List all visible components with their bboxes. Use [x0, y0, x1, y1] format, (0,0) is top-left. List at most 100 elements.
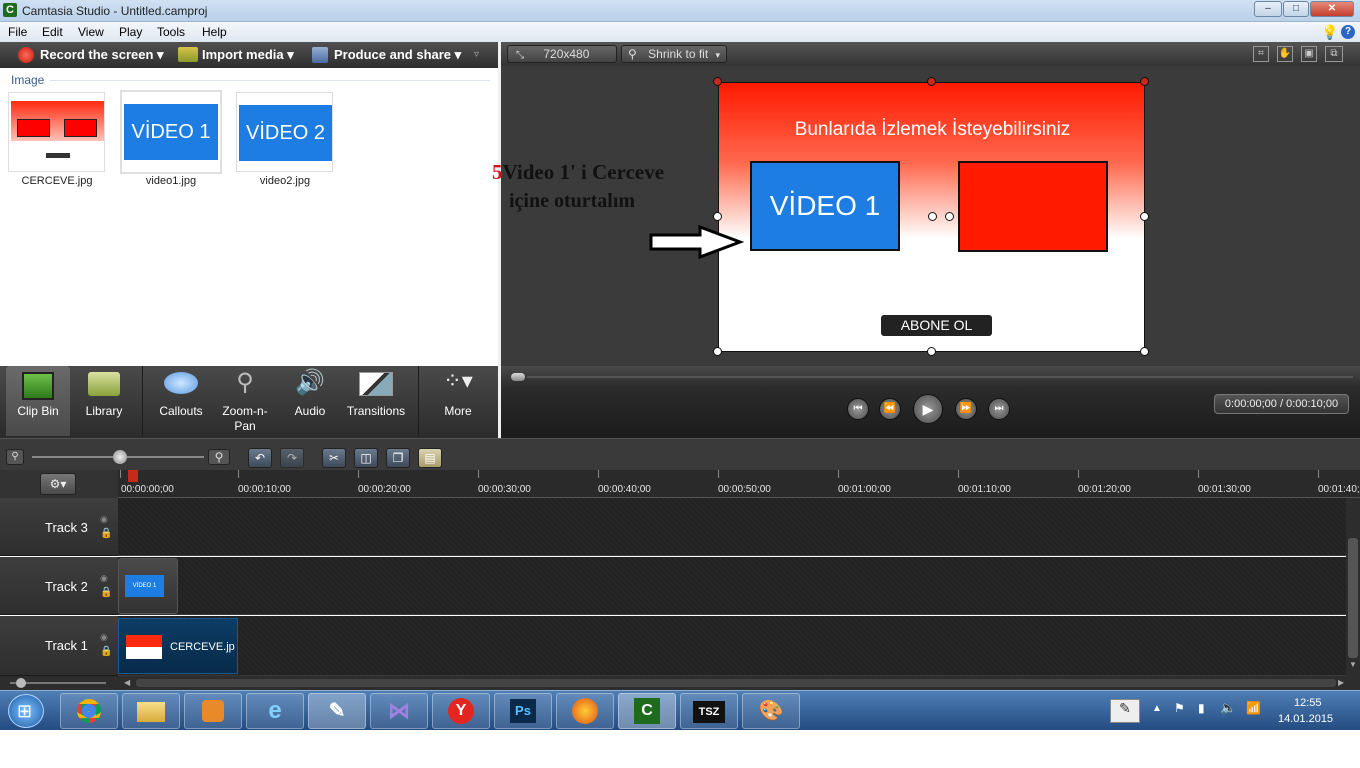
height-slider-thumb[interactable]: [16, 678, 26, 688]
clock-time[interactable]: 12:55: [1294, 697, 1322, 709]
skip-to-end-icon[interactable]: ⏭: [988, 398, 1010, 420]
playhead-marker[interactable]: [128, 470, 138, 482]
lock-icon[interactable]: 🔒: [100, 528, 112, 539]
battery-icon[interactable]: ▮: [1198, 701, 1205, 715]
fullscreen-icon[interactable]: ▣: [1301, 46, 1317, 62]
taskbar-media-player[interactable]: [184, 693, 242, 729]
tab-audio[interactable]: 🔊 Audio: [280, 366, 340, 436]
maximize-button[interactable]: □: [1283, 1, 1309, 17]
copy-icon[interactable]: ❐: [386, 448, 410, 468]
timeline-clip-video1[interactable]: VİDEO 1: [118, 558, 178, 614]
menu-edit[interactable]: Edit: [42, 25, 63, 39]
canvas-video1-box[interactable]: VİDEO 1: [750, 161, 900, 251]
canvas-red-box[interactable]: [958, 161, 1108, 252]
undo-icon[interactable]: ↶: [248, 448, 272, 468]
clip-thumbnail-video1[interactable]: VİDEO 1: [120, 90, 222, 174]
resize-handle-top[interactable]: [927, 77, 936, 86]
timeline-clip-cerceve[interactable]: CERCEVE.jp: [118, 618, 238, 674]
start-button[interactable]: ⊞: [8, 694, 44, 728]
pen-input-icon[interactable]: ✎: [1110, 699, 1140, 723]
zoom-in-icon[interactable]: ⚲: [208, 449, 230, 465]
tab-zoom-n-pan[interactable]: ⚲ Zoom-n- Pan: [214, 366, 276, 436]
taskbar-tsz-app[interactable]: TSZ: [680, 693, 738, 729]
timeline-height-slider[interactable]: [0, 676, 118, 690]
lock-icon[interactable]: 🔒: [100, 646, 112, 657]
resize-handle-right[interactable]: [1140, 212, 1149, 221]
menu-help[interactable]: Help: [202, 25, 227, 39]
minimize-button[interactable]: –: [1254, 1, 1282, 17]
timeline-ruler[interactable]: 00:00:00;00 00:00:10;00 00:00:20;00 00:0…: [118, 470, 1360, 498]
fast-forward-icon[interactable]: ⏩: [955, 398, 977, 420]
menu-play[interactable]: Play: [119, 25, 142, 39]
lock-icon[interactable]: 🔒: [100, 587, 112, 598]
split-icon[interactable]: ◫: [354, 448, 378, 468]
detach-preview-icon[interactable]: ⧉: [1325, 46, 1343, 62]
horizontal-scroll-thumb[interactable]: [136, 679, 1336, 687]
resize-handle-bottom[interactable]: [927, 347, 936, 356]
skip-to-start-icon[interactable]: ⏮: [847, 398, 869, 420]
track-lane-1[interactable]: CERCEVE.jp: [118, 616, 1346, 676]
resize-handle-bottom-left[interactable]: [713, 347, 722, 356]
track-settings-gear-icon[interactable]: ⚙▾: [40, 473, 76, 495]
toolbar-overflow-icon[interactable]: ▿: [474, 49, 479, 60]
resize-handle-bottom-right[interactable]: [1140, 347, 1149, 356]
timeline-vertical-scrollbar[interactable]: ▼: [1346, 498, 1360, 676]
paste-icon[interactable]: ▤: [418, 448, 442, 468]
menu-tools[interactable]: Tools: [157, 25, 185, 39]
taskbar-internet-explorer[interactable]: e: [246, 693, 304, 729]
taskbar-photoshop[interactable]: Ps: [494, 693, 552, 729]
scroll-right-arrow-icon[interactable]: ▶: [1338, 678, 1344, 687]
preview-scrub-bar[interactable]: [501, 366, 1360, 388]
taskbar-pen-app[interactable]: ✎: [308, 693, 366, 729]
close-button[interactable]: ✕: [1310, 1, 1354, 17]
taskbar-paint[interactable]: 🎨: [742, 693, 800, 729]
tab-library[interactable]: Library: [72, 366, 136, 436]
play-icon[interactable]: ▶: [913, 394, 943, 424]
menu-file[interactable]: File: [8, 25, 27, 39]
tab-more[interactable]: ⁘▾ More: [424, 366, 492, 436]
track-header-3[interactable]: Track 3 ◉ 🔒: [0, 498, 118, 556]
selection-handle[interactable]: [945, 212, 954, 221]
taskbar-firefox[interactable]: [556, 693, 614, 729]
resize-handle-top-left[interactable]: [713, 77, 722, 86]
taskbar-chrome[interactable]: [60, 693, 118, 729]
clock-date[interactable]: 14.01.2015: [1278, 713, 1333, 725]
track-lane-2[interactable]: VİDEO 1: [118, 557, 1346, 615]
produce-share-button[interactable]: Produce and share ▾: [334, 47, 461, 63]
menu-view[interactable]: View: [78, 25, 104, 39]
scrub-handle[interactable]: [511, 373, 525, 381]
scroll-left-arrow-icon[interactable]: ◀: [124, 678, 130, 687]
taskbar-visual-studio[interactable]: ⋈: [370, 693, 428, 729]
rewind-icon[interactable]: ⏪: [879, 398, 901, 420]
tab-transitions[interactable]: Transitions: [342, 366, 410, 436]
signal-icon[interactable]: 📶: [1246, 701, 1261, 715]
track-header-2[interactable]: Track 2 ◉ 🔒: [0, 557, 118, 615]
visibility-eye-icon[interactable]: ◉: [100, 632, 108, 643]
track-header-1[interactable]: Track 1 ◉ 🔒: [0, 616, 118, 676]
taskbar-yandex[interactable]: Y: [432, 693, 490, 729]
selection-handle[interactable]: [928, 212, 937, 221]
resize-handle-top-right[interactable]: [1140, 77, 1149, 86]
preview-canvas[interactable]: Bunlarıda İzlemek İsteyebilirsiniz VİDEO…: [718, 82, 1145, 352]
track-lane-3[interactable]: [118, 498, 1346, 556]
taskbar-camtasia[interactable]: C: [618, 693, 676, 729]
taskbar-explorer[interactable]: [122, 693, 180, 729]
timeline-horizontal-scrollbar[interactable]: ◀ ▶: [118, 676, 1360, 690]
vertical-scroll-thumb[interactable]: [1348, 538, 1358, 658]
visibility-eye-icon[interactable]: ◉: [100, 514, 108, 525]
crop-icon[interactable]: ⌗: [1253, 46, 1269, 62]
clip-thumbnail-cerceve[interactable]: [8, 92, 105, 172]
volume-icon[interactable]: 🔈: [1220, 700, 1236, 716]
redo-icon[interactable]: ↷: [280, 448, 304, 468]
zoom-select[interactable]: ⚲ Shrink to fit ▾: [621, 45, 727, 63]
help-icon[interactable]: ?: [1341, 25, 1355, 39]
zoom-out-icon[interactable]: ⚲: [6, 449, 24, 465]
record-screen-button[interactable]: Record the screen ▾: [40, 47, 164, 63]
dimensions-button[interactable]: ⤡ 720x480: [507, 45, 617, 63]
clip-thumbnail-video2[interactable]: VİDEO 2: [236, 92, 333, 172]
tab-clip-bin[interactable]: Clip Bin: [6, 366, 70, 436]
lightbulb-icon[interactable]: 💡: [1321, 24, 1338, 41]
zoom-slider-thumb[interactable]: [113, 450, 127, 464]
scroll-down-arrow-icon[interactable]: ▼: [1349, 660, 1357, 669]
visibility-eye-icon[interactable]: ◉: [100, 573, 108, 584]
